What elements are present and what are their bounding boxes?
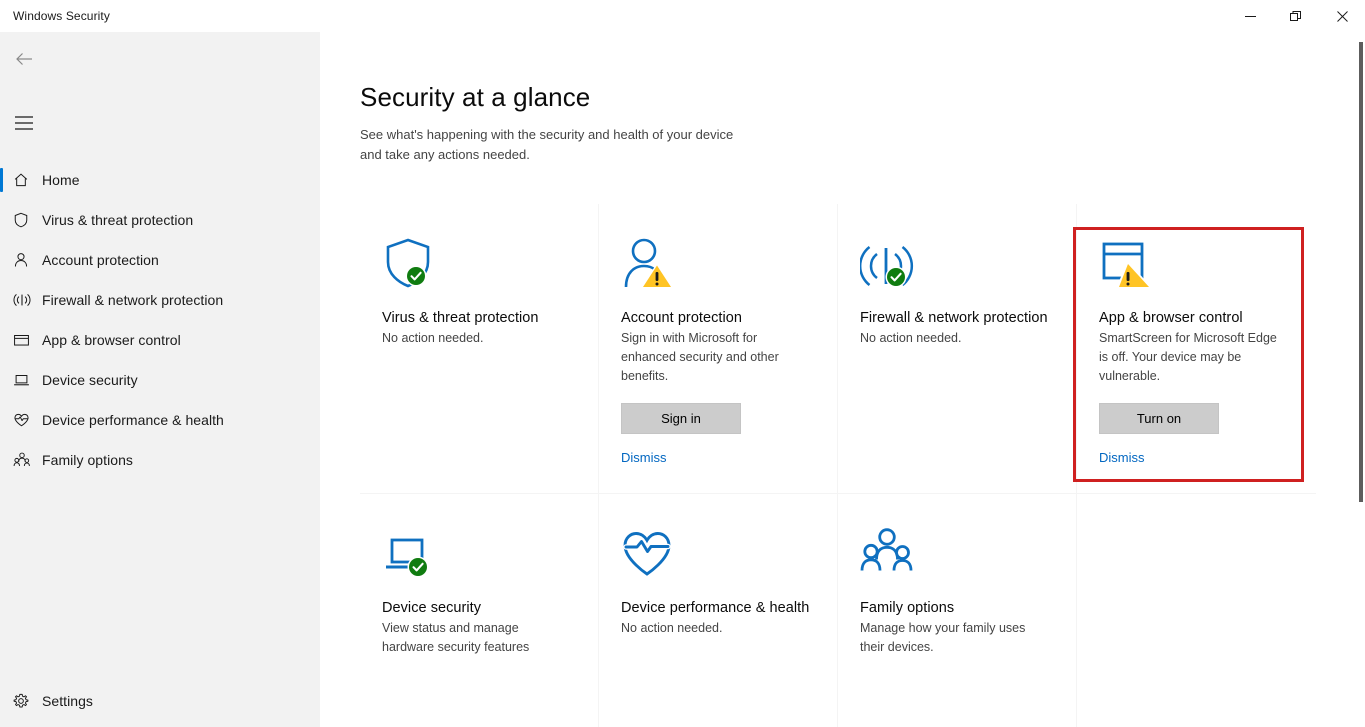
sidebar-item-label: Firewall & network protection <box>42 292 224 308</box>
wifi-icon <box>12 291 42 309</box>
card-description: Manage how your family uses their device… <box>860 621 1026 654</box>
hamburger-menu-button[interactable] <box>0 103 48 143</box>
heart-pulse-icon <box>623 532 671 576</box>
maximize-restore-button[interactable] <box>1273 0 1319 32</box>
vertical-scrollbar[interactable] <box>1357 32 1365 727</box>
back-button[interactable] <box>0 39 48 79</box>
shield-icon <box>12 211 42 229</box>
card-icon <box>860 526 1052 588</box>
sidebar-item-home[interactable]: Home <box>0 160 320 200</box>
sidebar-item-app-browser-control[interactable]: App & browser control <box>0 320 320 360</box>
sidebar-item-firewall-network-protection[interactable]: Firewall & network protection <box>0 280 320 320</box>
heart-pulse-icon <box>12 411 42 429</box>
shield-icon <box>386 238 430 288</box>
restore-icon <box>1290 11 1301 21</box>
sidebar-item-label: Home <box>42 172 80 188</box>
sidebar-item-device-security[interactable]: Device security <box>0 360 320 400</box>
card-icon <box>621 526 813 588</box>
home-icon <box>12 171 42 189</box>
card-description: No action needed. <box>382 331 484 345</box>
card-device-performance-health[interactable]: Device performance & health No action ne… <box>599 494 838 727</box>
security-card-grid: Virus & threat protection No action need… <box>360 204 1316 727</box>
page-title: Security at a glance <box>360 82 591 112</box>
window-title: Windows Security <box>13 9 110 23</box>
card-icon <box>1099 236 1292 298</box>
person-icon <box>12 251 42 269</box>
turn-on-button[interactable]: Turn on <box>1099 403 1219 434</box>
card-virus-threat-protection[interactable]: Virus & threat protection No action need… <box>360 204 599 494</box>
selection-indicator <box>0 168 3 192</box>
card-title: Family options <box>860 600 955 616</box>
card-account-protection[interactable]: Account protection Sign in with Microsof… <box>599 204 838 494</box>
sidebar-top-controls <box>0 32 320 143</box>
card-title: App & browser control <box>1099 310 1243 326</box>
card-title: Account protection <box>621 310 742 326</box>
card-icon <box>382 236 574 298</box>
card-icon <box>621 236 813 298</box>
card-description: View status and manage hardware security… <box>382 621 530 654</box>
sidebar-item-label: Virus & threat protection <box>42 212 194 228</box>
card-title: Firewall & network protection <box>860 310 1048 326</box>
page-subtitle: See what's happening with the security a… <box>360 127 734 162</box>
card-title: Virus & threat protection <box>382 310 539 326</box>
close-button[interactable] <box>1319 0 1365 32</box>
card-description: No action needed. <box>860 331 962 345</box>
sidebar-item-settings[interactable]: Settings <box>0 681 320 721</box>
sidebar: Home Virus & threat protection Account p… <box>0 32 320 727</box>
main-content: Security at a glance See what's happenin… <box>320 32 1365 727</box>
window-icon <box>12 331 42 349</box>
card-title: Device performance & health <box>621 600 810 616</box>
sidebar-item-virus-threat-protection[interactable]: Virus & threat protection <box>0 200 320 240</box>
hamburger-icon <box>15 116 33 130</box>
card-app-browser-control[interactable]: App & browser control SmartScreen for Mi… <box>1077 204 1316 494</box>
card-firewall-network-protection[interactable]: Firewall & network protection No action … <box>838 204 1077 494</box>
laptop-icon <box>386 538 429 578</box>
minimize-icon <box>1244 15 1256 17</box>
gear-icon <box>12 692 42 710</box>
family-icon <box>12 451 42 469</box>
sidebar-nav-list: Home Virus & threat protection Account p… <box>0 160 320 480</box>
card-family-options[interactable]: Family options Manage how your family us… <box>838 494 1077 727</box>
arrow-left-icon <box>16 53 32 65</box>
sidebar-item-label: Account protection <box>42 252 159 268</box>
person-icon <box>624 238 673 288</box>
sidebar-item-family-options[interactable]: Family options <box>0 440 320 480</box>
window-controls <box>1227 0 1365 32</box>
minimize-button[interactable] <box>1227 0 1273 32</box>
sidebar-item-label: App & browser control <box>42 332 181 348</box>
title-bar: Windows Security <box>0 0 1365 32</box>
card-description: No action needed. <box>621 621 723 635</box>
card-title: Device security <box>382 600 482 616</box>
card-description: SmartScreen for Microsoft Edge is off. Y… <box>1099 331 1277 383</box>
sidebar-item-label: Device security <box>42 372 138 388</box>
card-description: Sign in with Microsoft for enhanced secu… <box>621 331 779 383</box>
card-icon <box>382 526 574 588</box>
family-icon <box>860 528 913 571</box>
card-device-security[interactable]: Device security View status and manage h… <box>360 494 599 727</box>
window-icon <box>1102 242 1152 288</box>
laptop-icon <box>12 371 42 389</box>
scrollbar-thumb[interactable] <box>1359 42 1363 502</box>
wifi-icon <box>858 246 914 288</box>
sidebar-item-label: Family options <box>42 452 133 468</box>
sidebar-item-account-protection[interactable]: Account protection <box>0 240 320 280</box>
close-icon <box>1336 10 1348 22</box>
card-icon <box>858 236 1052 298</box>
sidebar-item-device-performance-health[interactable]: Device performance & health <box>0 400 320 440</box>
sidebar-item-label: Settings <box>42 693 93 709</box>
dismiss-link[interactable]: Dismiss <box>1099 450 1145 465</box>
sidebar-item-label: Device performance & health <box>42 412 224 428</box>
dismiss-link[interactable]: Dismiss <box>621 450 667 465</box>
sign-in-button[interactable]: Sign in <box>621 403 741 434</box>
